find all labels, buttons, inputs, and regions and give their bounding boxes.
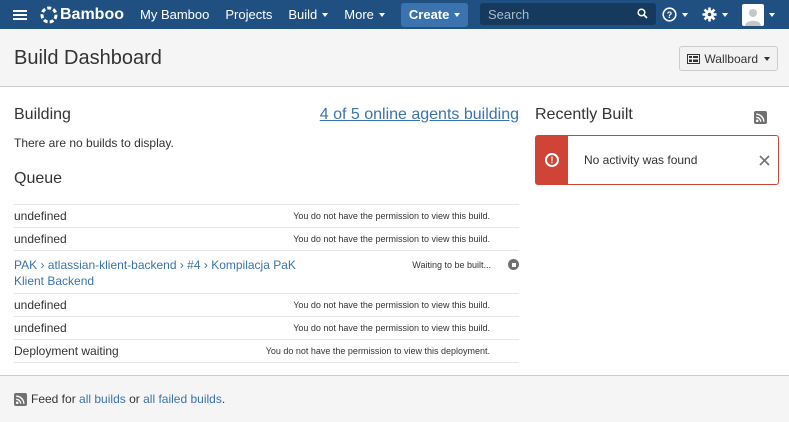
help-dropdown[interactable]: ?: [662, 7, 688, 22]
menu-icon[interactable]: [0, 0, 40, 29]
no-builds-message: There are no builds to display.: [14, 136, 174, 150]
queue-item-name: undefined: [14, 298, 67, 312]
nav-more-label: More: [344, 7, 374, 22]
search-input[interactable]: [480, 6, 630, 22]
rss-icon[interactable]: [14, 392, 27, 406]
chevron-down-icon: [722, 12, 728, 17]
user-dropdown[interactable]: [742, 3, 775, 26]
nav-projects[interactable]: Projects: [225, 7, 272, 22]
recently-built-heading: Recently Built: [535, 106, 633, 123]
all-builds-link[interactable]: all builds: [79, 392, 126, 406]
gear-icon: [702, 7, 717, 22]
queue-heading: Queue: [14, 170, 63, 187]
footer: Feed for all builds or all failed builds…: [0, 375, 789, 422]
avatar: [742, 3, 764, 26]
settings-dropdown[interactable]: [702, 7, 728, 22]
queue-build-link[interactable]: PAK › atlassian-klient-backend › #4 › Ko…: [14, 258, 296, 288]
queue-item-status: You do not have the permission to view t…: [293, 300, 490, 310]
brand-name: Bamboo: [60, 5, 124, 23]
queue-item-status: You do not have the permission to view t…: [293, 323, 490, 333]
alert-message: No activity was found: [584, 153, 698, 167]
wallboard-button[interactable]: Wallboard: [679, 46, 778, 71]
search-box: [480, 3, 656, 25]
search-icon[interactable]: [637, 8, 648, 19]
queue-item-name: Deployment waiting: [14, 344, 119, 358]
nav-build-label: Build: [288, 7, 318, 22]
queue-row: undefined You do not have the permission…: [14, 317, 519, 340]
rss-icon[interactable]: [754, 111, 767, 124]
queue-item-name: PAK › atlassian-klient-backend › #4 › Ko…: [14, 257, 304, 289]
queue-row: undefined You do not have the permission…: [14, 294, 519, 317]
footer-suffix: .: [221, 392, 226, 406]
nav-my-bamboo[interactable]: My Bamboo: [140, 7, 209, 22]
queue-item-status: You do not have the permission to view t…: [265, 346, 490, 356]
queue-item-status: You do not have the permission to view t…: [293, 211, 490, 221]
chevron-down-icon: [682, 12, 688, 17]
create-button[interactable]: Create: [400, 2, 469, 27]
bamboo-logo-icon: [40, 6, 58, 23]
chevron-down-icon: [764, 56, 770, 61]
agents-building-link[interactable]: 4 of 5 online agents building: [320, 106, 519, 124]
stop-icon[interactable]: [508, 259, 519, 270]
error-icon: !: [536, 136, 568, 184]
chevron-down-icon: [322, 12, 329, 17]
wallboard-label: Wallboard: [704, 51, 758, 66]
queue-row: PAK › atlassian-klient-backend › #4 › Ko…: [14, 251, 519, 294]
chevron-down-icon: [454, 12, 461, 17]
queue-item-name: undefined: [14, 321, 67, 335]
queue-item-status-wrap: Waiting to be built...: [412, 257, 519, 270]
queue-row: undefined You do not have the permission…: [14, 205, 519, 228]
page-title: Build Dashboard: [14, 47, 162, 69]
queue-item-status: Waiting to be built...: [412, 259, 491, 270]
close-icon[interactable]: [750, 154, 778, 166]
page-header: Build Dashboard Wallboard: [0, 29, 789, 87]
chevron-down-icon: [769, 12, 775, 17]
queue-item-name: undefined: [14, 232, 67, 246]
footer-prefix: Feed for: [31, 392, 76, 406]
wallboard-icon: [687, 53, 701, 64]
queue-item-name: undefined: [14, 209, 67, 223]
nav-build-dropdown[interactable]: Build: [288, 7, 329, 22]
queue-row: undefined You do not have the permission…: [14, 228, 519, 251]
queue-row: Deployment waiting You do not have the p…: [14, 340, 519, 363]
building-heading: Building: [14, 106, 71, 123]
no-activity-alert: ! No activity was found: [535, 135, 779, 185]
chevron-down-icon: [378, 12, 385, 17]
queue-list: undefined You do not have the permission…: [14, 204, 519, 363]
help-icon: ?: [662, 7, 677, 22]
user-icon: [745, 8, 761, 26]
main-content: Building 4 of 5 online agents building T…: [0, 88, 789, 375]
svg-text:?: ?: [667, 10, 673, 20]
nav-icons: ?: [662, 0, 789, 29]
footer-or: or: [129, 392, 140, 406]
all-failed-builds-link[interactable]: all failed builds: [143, 392, 222, 406]
queue-item-status: You do not have the permission to view t…: [293, 234, 490, 244]
bamboo-logo[interactable]: Bamboo: [40, 6, 124, 24]
nav-more-dropdown[interactable]: More: [344, 7, 385, 22]
top-nav: Bamboo My Bamboo Projects Build More Cre…: [0, 0, 789, 29]
create-label: Create: [408, 7, 450, 22]
